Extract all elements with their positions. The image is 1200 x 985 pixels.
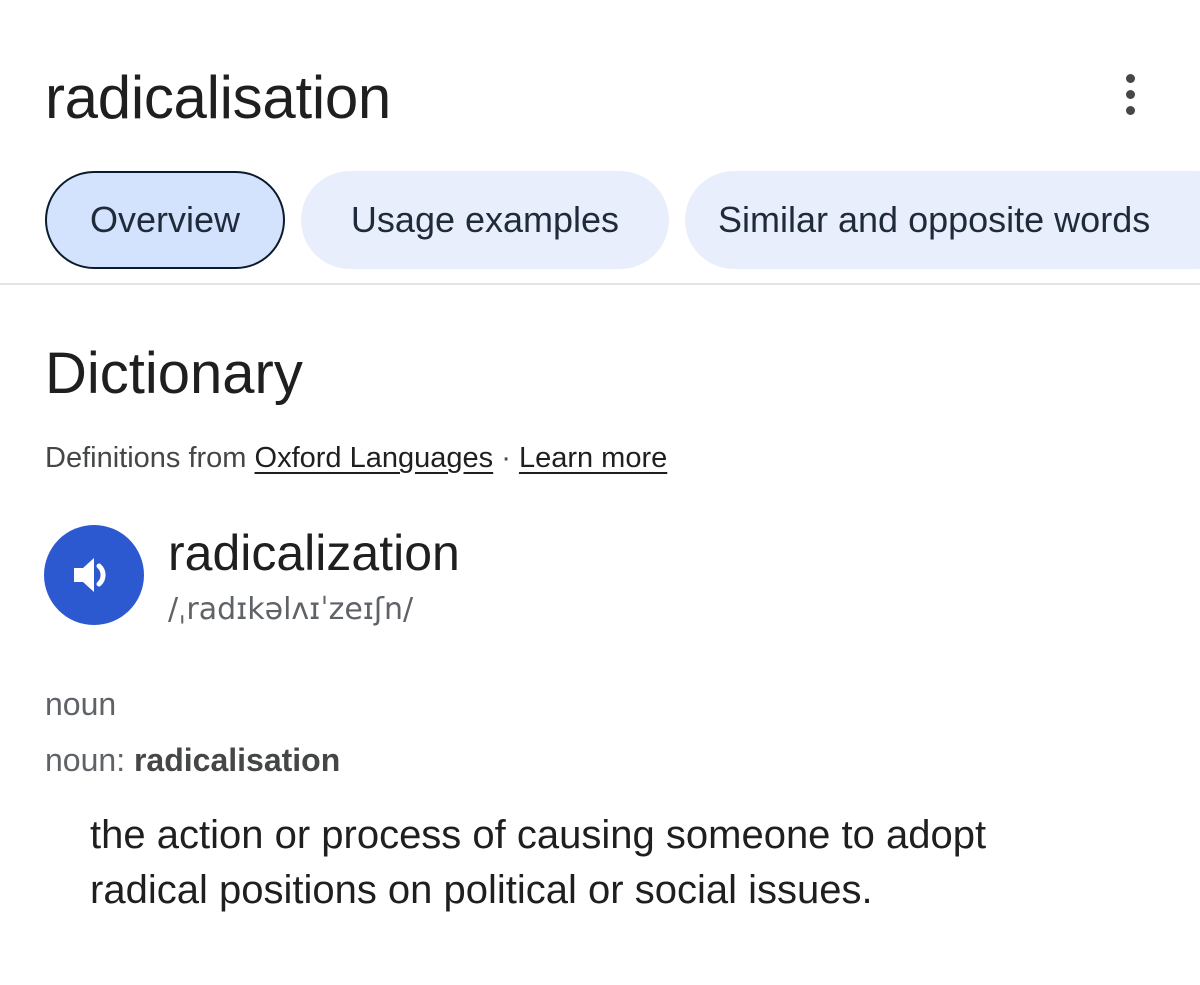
pos-variant: radicalisation xyxy=(133,742,341,778)
more-options-button[interactable] xyxy=(1110,68,1150,120)
tab-divider xyxy=(0,283,1200,285)
headword: radicalization xyxy=(168,525,460,581)
tab-overview[interactable]: Overview xyxy=(45,171,285,269)
pos-label: noun: xyxy=(45,742,126,778)
pronunciation-audio-button[interactable] xyxy=(44,525,144,625)
phonetic-transcription: /ˌradɪkəlʌɪˈzeɪʃn/ xyxy=(168,592,414,627)
part-of-speech: noun xyxy=(45,686,117,722)
source-prefix: Definitions from xyxy=(45,442,247,474)
part-of-speech-variant: noun: radicalisation xyxy=(45,740,340,780)
tab-usage-examples[interactable]: Usage examples xyxy=(301,171,669,269)
source-attribution: Definitions from Oxford Languages · Lear… xyxy=(45,440,667,476)
definition-text: the action or process of causing someone… xyxy=(90,813,987,912)
speaker-icon xyxy=(74,558,106,592)
tab-similar-opposite-words[interactable]: Similar and opposite words xyxy=(685,171,1200,269)
separator: · xyxy=(501,442,511,474)
learn-more-link[interactable]: Learn more xyxy=(519,442,667,474)
more-vert-icon-dot xyxy=(1125,105,1135,115)
tab-bar: Overview Usage examples Similar and oppo… xyxy=(45,171,1200,271)
page-title: radicalisation xyxy=(45,64,391,131)
more-vert-icon-dot xyxy=(1125,89,1135,99)
section-title: Dictionary xyxy=(45,341,303,406)
oxford-languages-link[interactable]: Oxford Languages xyxy=(255,442,494,474)
more-vert-icon xyxy=(1125,73,1135,83)
